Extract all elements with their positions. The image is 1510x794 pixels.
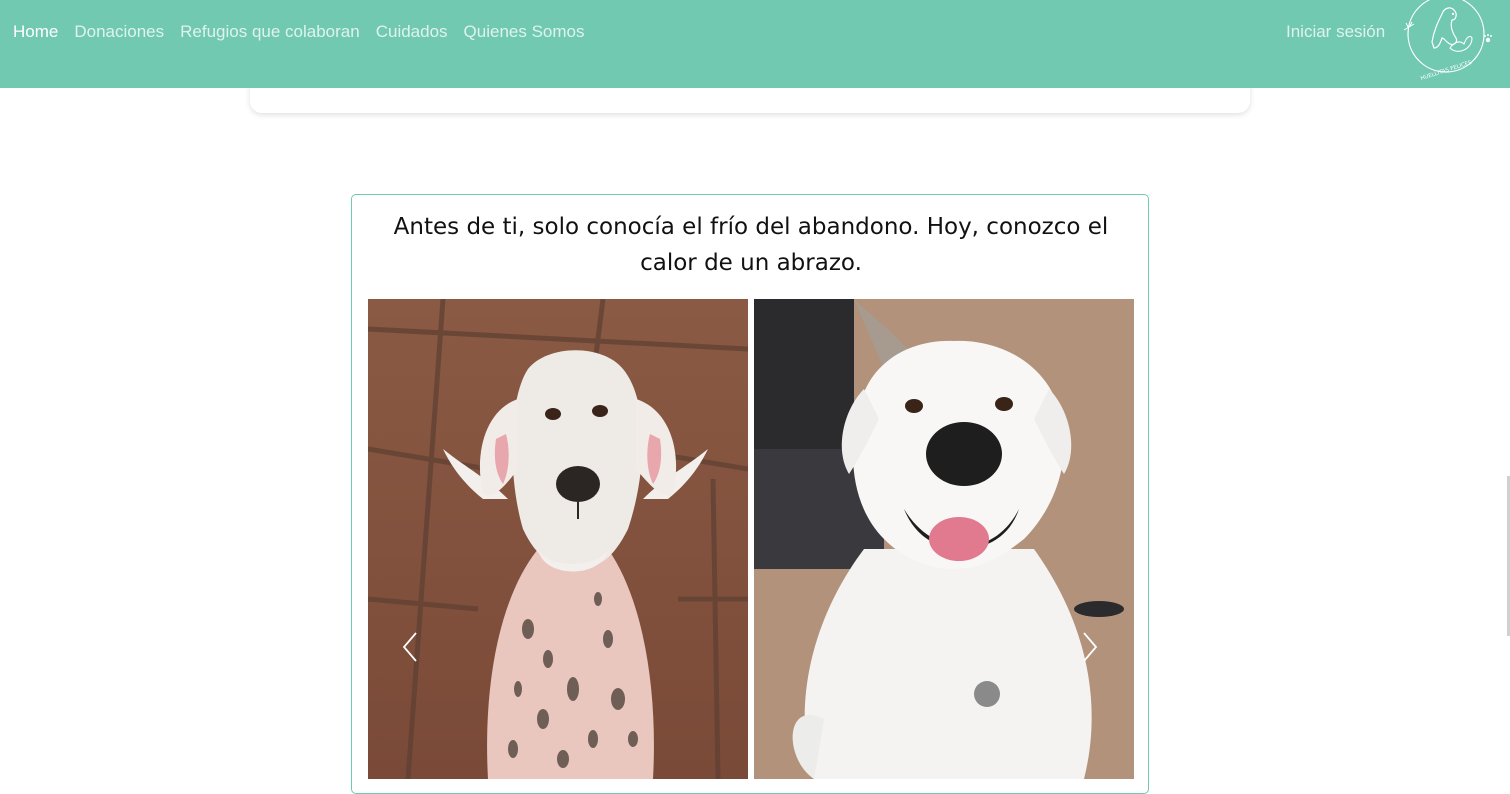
carousel-next-button[interactable] (1070, 619, 1110, 675)
login-link[interactable]: Iniciar sesión (1286, 22, 1385, 42)
nav-link-refugios[interactable]: Refugios que colaboran (180, 22, 360, 42)
dog-before-photo (368, 299, 748, 779)
nav-links: Home Donaciones Refugios que colaboran C… (13, 22, 585, 42)
rescue-story-card: Antes de ti, solo conocía el frío del ab… (351, 194, 1149, 794)
carousel-prev-button[interactable] (390, 619, 430, 675)
logo-text: HUELLITAS FELICES (1420, 60, 1473, 82)
brand-logo[interactable]: HUELLITAS FELICES (1398, 0, 1498, 84)
nav-link-donaciones[interactable]: Donaciones (74, 22, 164, 42)
nav-link-home[interactable]: Home (13, 22, 58, 42)
chevron-left-icon (402, 632, 417, 662)
chevron-right-icon (1083, 632, 1098, 662)
story-quote: Antes de ti, solo conocía el frío del ab… (393, 214, 1109, 276)
before-after-carousel[interactable] (368, 299, 1134, 779)
navbar: Home Donaciones Refugios que colaboran C… (0, 0, 1510, 88)
dog-after-photo (754, 299, 1134, 779)
nav-link-quienes-somos[interactable]: Quienes Somos (464, 22, 585, 42)
nav-link-cuidados[interactable]: Cuidados (376, 22, 448, 42)
